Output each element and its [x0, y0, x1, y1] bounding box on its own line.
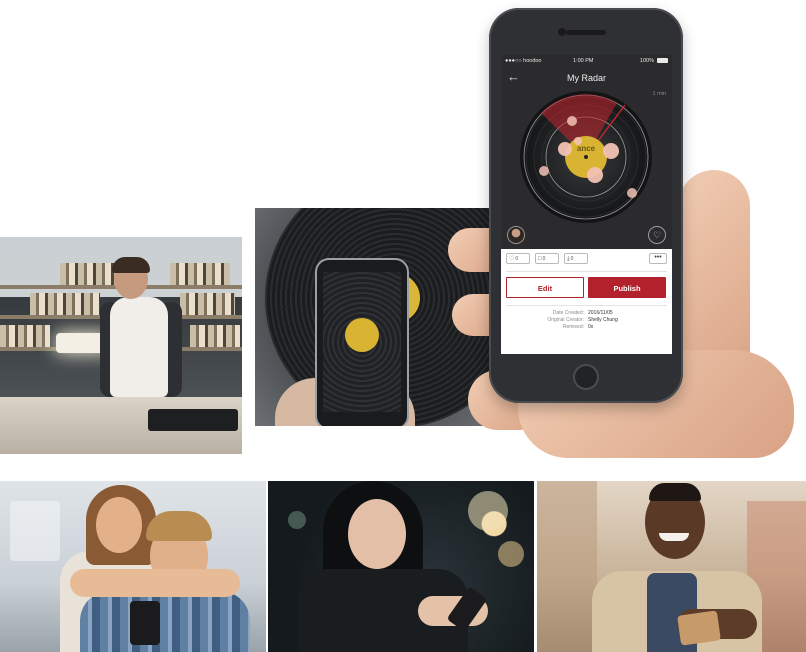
turntable: [148, 409, 238, 431]
app-screen: ●●●○○ hoodoo 1:00 PM 100% ← My Radar 1 m…: [501, 55, 672, 354]
person-hair: [649, 483, 701, 501]
person-hair: [146, 511, 212, 541]
front-camera: [558, 28, 566, 36]
radar-user-dot[interactable]: [539, 166, 549, 176]
person-face: [96, 497, 142, 553]
earpiece-speaker: [566, 30, 606, 35]
radar-user-dot[interactable]: [587, 167, 603, 183]
books: [60, 263, 120, 285]
radar-user-dot[interactable]: [558, 142, 572, 156]
battery-text: 100%: [639, 58, 654, 64]
edit-button[interactable]: Edit: [506, 277, 584, 298]
books: [190, 325, 240, 347]
date-created-value: 2016/11/05: [588, 310, 613, 316]
heart-icon[interactable]: ♡: [648, 226, 666, 244]
person-hair: [112, 257, 150, 273]
phone: [677, 610, 721, 646]
phone-in-hand: [315, 258, 409, 426]
books: [30, 293, 100, 315]
comment-icon: □: [538, 256, 542, 262]
books: [170, 263, 230, 285]
smile: [659, 533, 689, 541]
status-bar: ●●●○○ hoodoo 1:00 PM 100%: [501, 55, 672, 67]
person-face: [348, 499, 406, 569]
carrier-text: ●●●○○ hoodoo: [505, 58, 542, 64]
photo-man-with-phone: [537, 481, 806, 652]
like-button[interactable]: ♡0: [506, 253, 530, 264]
divider: [506, 271, 667, 272]
radar-graphic: ance: [520, 91, 652, 223]
photo-woman-with-phone: [268, 481, 534, 652]
radar-user-dot[interactable]: [627, 188, 637, 198]
home-button[interactable]: [573, 364, 599, 390]
heart-icon: ♡: [509, 256, 515, 262]
avatar[interactable]: [508, 227, 524, 243]
comment-button[interactable]: □0: [535, 253, 559, 264]
light-bokeh: [468, 491, 508, 531]
radar-user-dot[interactable]: [574, 137, 582, 145]
record-label-text: ance: [577, 144, 596, 153]
social-actions: ♡0 □0 ⤓0 •••: [506, 253, 667, 265]
light-bokeh: [288, 511, 306, 529]
divider: [506, 305, 667, 306]
clock-text: 1:00 PM: [573, 58, 594, 64]
light-bokeh: [498, 541, 524, 567]
comment-count: 0: [542, 256, 546, 262]
original-creator-label: Original Creator:: [547, 317, 584, 323]
battery-icon: [657, 58, 668, 63]
radar-view: 1 min ance ♡: [501, 89, 672, 247]
record-metadata: Date Created: 2016/11/05 Original Creato…: [501, 310, 672, 331]
phone-screen: [323, 272, 401, 412]
download-count: 0: [570, 256, 574, 262]
background-building: [10, 501, 60, 561]
date-created-label: Date Created:: [552, 310, 584, 316]
books: [180, 293, 235, 315]
plaid-shirt: [80, 591, 250, 652]
background-building: [537, 481, 597, 652]
more-options-button[interactable]: •••: [649, 253, 667, 264]
photo-man-turntable: [0, 237, 242, 454]
nav-bar: ← My Radar: [501, 67, 672, 89]
radar-user-dot[interactable]: [603, 143, 619, 159]
person-body: [110, 297, 168, 397]
remixed-label: Remixed:: [562, 324, 584, 330]
download-icon: ⤓: [567, 256, 570, 262]
publish-button[interactable]: Publish: [588, 277, 666, 298]
download-button[interactable]: ⤓0: [564, 253, 588, 264]
page-title: My Radar: [566, 73, 606, 83]
photo-couple-with-phone: [0, 481, 266, 652]
vinyl-label: [345, 318, 379, 352]
original-creator-value: Shelly Chung: [588, 317, 618, 323]
phone: [130, 601, 160, 645]
books: [0, 325, 50, 347]
spindle: [584, 155, 588, 159]
like-count: 0: [515, 256, 519, 262]
radar-user-dot[interactable]: [567, 116, 577, 126]
arm: [70, 569, 240, 597]
details-panel: ♡0 □0 ⤓0 ••• Edit Publish Date Created: …: [501, 249, 672, 354]
remixed-value: 0x: [588, 324, 594, 330]
